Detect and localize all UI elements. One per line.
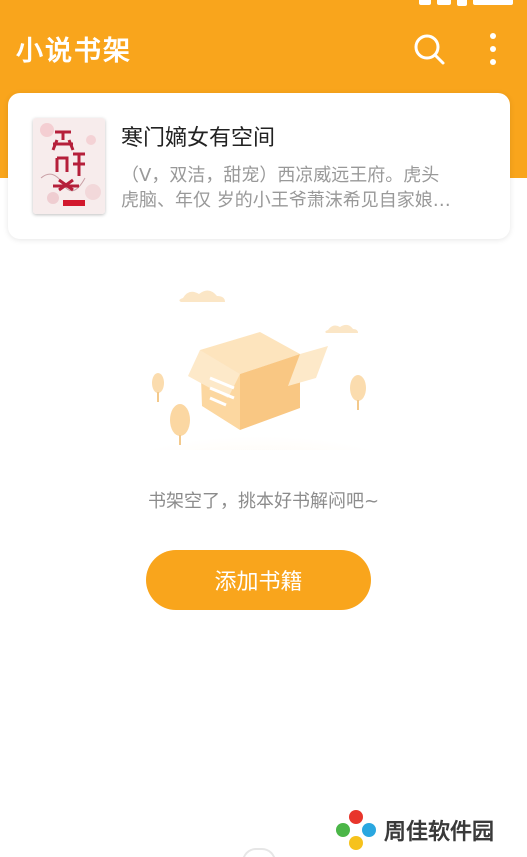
signal-icon [419,0,431,5]
status-bar [0,0,527,8]
search-icon [414,34,445,65]
watermark: 周佳软件园 [334,808,494,852]
more-options-button[interactable] [478,30,508,68]
bottom-handle [242,848,276,857]
empty-box-illustration [88,280,433,520]
wifi-icon [437,0,451,5]
more-vertical-icon [490,33,496,65]
app-title: 小说书架 [16,36,132,67]
book-cover [33,118,105,214]
book-description: （V，双洁，甜宠）西凉威远王府。虎头 虎脑、年仅 岁的小王爷萧沫希见自家娘… [121,165,451,211]
book-card[interactable]: 寒门嫡女有空间 （V，双洁，甜宠）西凉威远王府。虎头 虎脑、年仅 岁的小王爷萧沫… [8,93,510,239]
search-button[interactable] [410,30,448,68]
add-book-button[interactable]: 添加书籍 [146,550,371,610]
watermark-logo-icon [336,810,376,850]
battery-icon [457,0,467,6]
watermark-text: 周佳软件园 [384,820,495,845]
book-title: 寒门嫡女有空间 [121,126,276,151]
clock [473,0,513,5]
empty-shelf-message: 书架空了，挑本好书解闷吧~ [147,491,380,512]
